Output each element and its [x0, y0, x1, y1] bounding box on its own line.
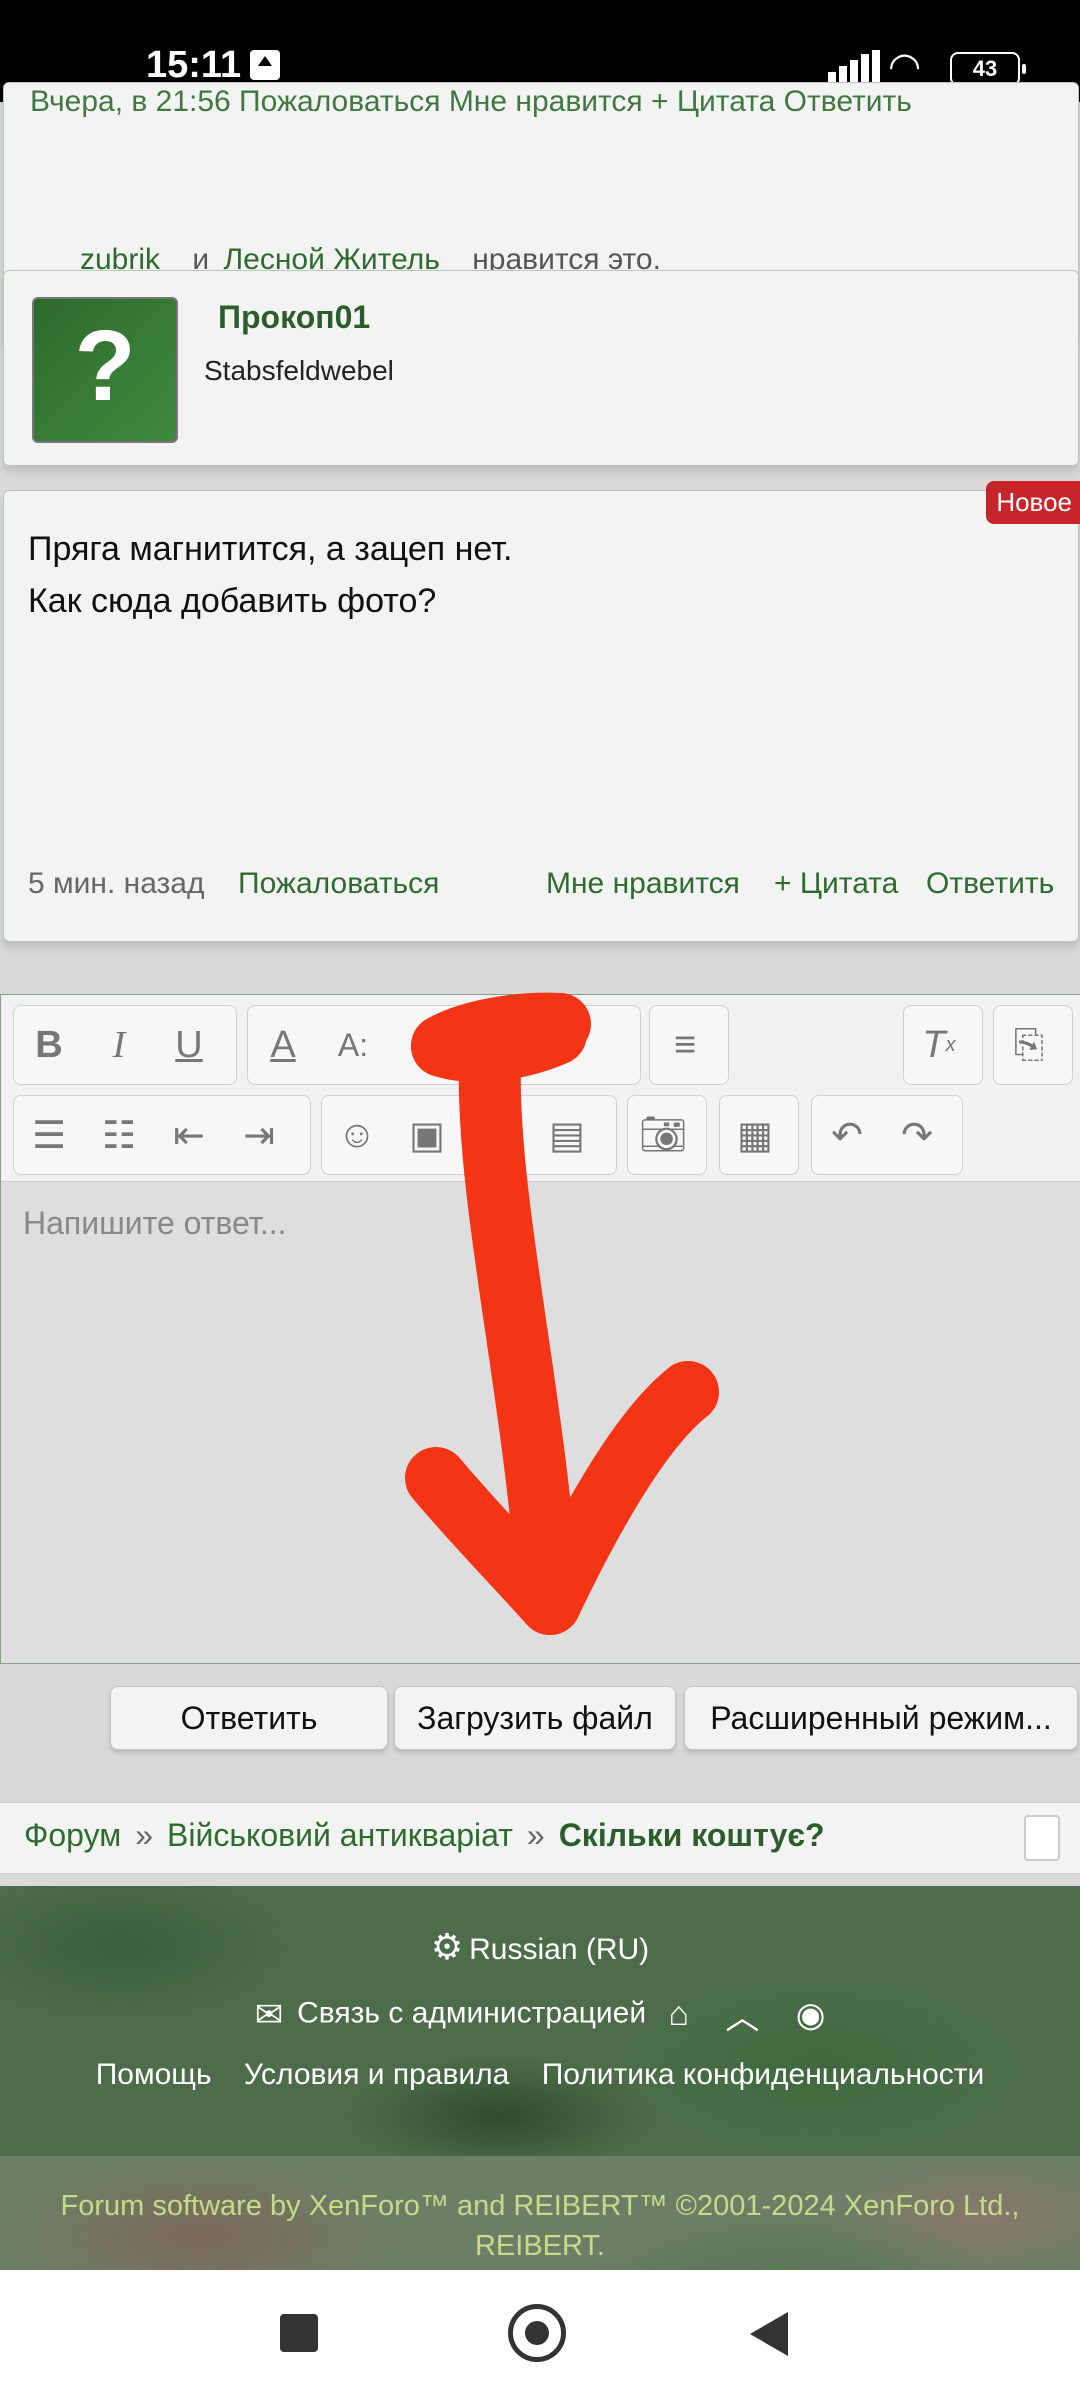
italic-icon[interactable]: I	[84, 1010, 154, 1080]
home-button[interactable]	[508, 2304, 566, 2362]
unlink-icon[interactable]: ⊘	[458, 1010, 528, 1080]
save-icon[interactable]: ▦	[720, 1100, 790, 1170]
insert-group: ☺ ▣ ▶ ▤	[321, 1095, 617, 1175]
back-button[interactable]	[750, 2312, 788, 2356]
upload-icon	[250, 50, 280, 80]
advanced-mode-button[interactable]: Расширенный режим...	[684, 1686, 1078, 1750]
bullet-list-icon[interactable]: ☰	[14, 1100, 84, 1170]
copyright-line-1: Forum software by XenForo™ and REIBERT™ …	[60, 2190, 1020, 2222]
source-group: ⎘	[993, 1005, 1073, 1085]
rss-icon[interactable]: ◉	[796, 1995, 826, 2035]
font-size-icon[interactable]: A:	[318, 1010, 388, 1080]
clear-format-icon[interactable]: Tx	[904, 1010, 974, 1080]
history-group: ↶ ↷	[811, 1095, 963, 1175]
indent-icon[interactable]: ⇥	[224, 1100, 294, 1170]
bold-icon[interactable]: B	[14, 1010, 84, 1080]
post-line-2: Как сюда добавить фото?	[28, 582, 437, 620]
breadcrumb-current[interactable]: Скільки коштує?	[559, 1817, 825, 1853]
footer-contact-row: ✉ Связь с администрацией ⌂ ︿ ◉	[0, 1990, 1080, 2039]
recents-button[interactable]	[280, 2314, 318, 2352]
link-icon[interactable]: ∞	[388, 1010, 458, 1080]
author-name[interactable]: Прокоп01	[218, 299, 370, 336]
post-author-card: ? Прокоп01 Stabsfeldwebel	[3, 270, 1079, 466]
font-color-icon[interactable]: A	[248, 1010, 318, 1080]
underline-icon[interactable]: U	[154, 1010, 224, 1080]
breadcrumb-separator-2: »	[526, 1817, 545, 1853]
camera-icon[interactable]: 📷︎	[628, 1100, 698, 1170]
post-time[interactable]: 5 мин. назад	[28, 867, 205, 901]
quote-link[interactable]: + Цитата	[774, 867, 898, 901]
terms-link[interactable]: Условия и правила	[244, 2058, 509, 2091]
media-icon[interactable]: ▶	[462, 1100, 532, 1170]
mail-icon: ✉	[254, 1995, 284, 2034]
smiley-icon[interactable]: ☺	[322, 1100, 392, 1170]
outdent-icon[interactable]: ⇤	[154, 1100, 224, 1170]
author-rank: Stabsfeldwebel	[204, 355, 394, 386]
align-group: ≡	[649, 1005, 729, 1085]
contact-link[interactable]: Связь с администрацией	[297, 1996, 646, 2029]
camera-group: 📷︎	[627, 1095, 707, 1175]
breadcrumb-section[interactable]: Військовий антикваріат	[167, 1817, 513, 1853]
font-group: A A: ∞ ⊘ ✕	[247, 1005, 641, 1085]
source-icon[interactable]: ⎘	[994, 1010, 1064, 1080]
post-body: Пряга магнитится, а зацеп нет. Как сюда …	[28, 523, 512, 627]
reply-buttons: Ответить Загрузить файл Расширенный режи…	[0, 1686, 1080, 1752]
reply-link[interactable]: Ответить	[926, 867, 1054, 901]
save-group: ▦	[719, 1095, 799, 1175]
new-badge: Новое	[986, 481, 1080, 524]
submit-reply-button[interactable]: Ответить	[110, 1686, 388, 1750]
language-label: Russian (RU)	[469, 1933, 650, 1966]
home-icon[interactable]: ⌂	[668, 1995, 689, 2034]
page-icon[interactable]	[1024, 1815, 1060, 1861]
upload-file-button[interactable]: Загрузить файл	[394, 1686, 676, 1750]
redo-icon[interactable]: ↷	[882, 1100, 952, 1170]
system-navigation-bar	[0, 2270, 1080, 2400]
avatar-placeholder-glyph: ?	[74, 310, 136, 422]
reply-editor[interactable]: B I U A A: ∞ ⊘ ✕ ≡ Tx ⎘ ☰ ☷ ⇤ ⇥ ☺ ▣ ▶ ▤ …	[0, 994, 1080, 1664]
previous-post-meta: Вчера, в 21:56 Пожаловаться Мне нравится…	[30, 85, 912, 118]
list-group: ☰ ☷ ⇤ ⇥	[13, 1095, 311, 1175]
like-link[interactable]: Мне нравится	[546, 867, 740, 901]
help-link[interactable]: Помощь	[96, 2058, 212, 2091]
avatar[interactable]: ?	[32, 297, 178, 443]
copyright-line-2: REIBERT.	[474, 2230, 605, 2262]
post-line-1: Пряга магнитится, а зацеп нет.	[28, 530, 513, 568]
footer-links: ⚙ Russian (RU) ✉ Связь с администрацией ⌂ …	[0, 1886, 1080, 2156]
clock: 15:11	[146, 44, 242, 86]
breadcrumb-home[interactable]: Форум	[24, 1817, 121, 1853]
breadcrumb: Форум » Військовий антикваріат » Скільки кош…	[0, 1802, 1080, 1874]
breadcrumb-separator: »	[135, 1817, 153, 1853]
page-content: Вчера, в 21:56 Пожаловаться Мне нравится…	[0, 82, 1080, 2372]
report-link[interactable]: Пожаловаться	[238, 867, 439, 901]
reply-input-placeholder[interactable]: Напишите ответ...	[23, 1205, 287, 1242]
undo-icon[interactable]: ↶	[812, 1100, 882, 1170]
copyright-text: Forum software by XenForo™ and REIBERT™ …	[40, 2186, 1040, 2266]
editor-toolbar: B I U A A: ∞ ⊘ ✕ ≡ Tx ⎘ ☰ ☷ ⇤ ⇥ ☺ ▣ ▶ ▤ …	[1, 995, 1080, 1182]
unlink-icon-2[interactable]: ✕	[528, 1010, 598, 1080]
gear-icon: ⚙	[430, 1926, 464, 1967]
text-style-group: B I U	[13, 1005, 237, 1085]
signal-icon	[828, 50, 880, 82]
numbered-list-icon[interactable]: ☷	[84, 1100, 154, 1170]
align-icon[interactable]: ≡	[650, 1010, 720, 1080]
code-icon[interactable]: ▤	[532, 1100, 602, 1170]
privacy-link[interactable]: Политика конфиденциальности	[542, 2058, 985, 2091]
post-card: Новое Пряга магнитится, а зацеп нет. Как…	[3, 481, 1080, 942]
footer-policy-links: Помощь Условия и правила Политика конфид…	[0, 2058, 1080, 2092]
battery-icon: 43	[950, 52, 1026, 86]
image-icon[interactable]: ▣	[392, 1100, 462, 1170]
scroll-top-icon[interactable]: ︿	[725, 1990, 759, 2039]
clear-group: Tx	[903, 1005, 983, 1085]
breadcrumb-items: Форум » Військовий антикваріат » Скільки кош…	[24, 1817, 825, 1854]
language-chooser[interactable]: ⚙ Russian (RU)	[0, 1926, 1080, 1968]
